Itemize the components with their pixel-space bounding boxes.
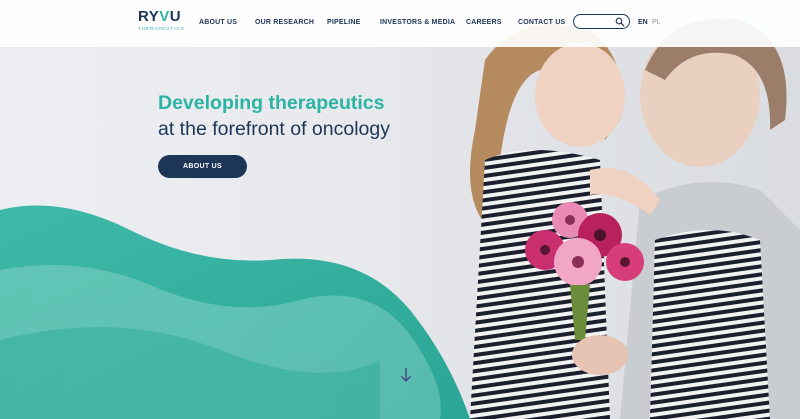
hero-headline-accent: Developing therapeutics bbox=[158, 92, 385, 114]
hero-headline-main: at the forefront of oncology bbox=[158, 118, 390, 140]
search-box bbox=[573, 14, 630, 29]
nav-item-pipeline[interactable]: PIPELINE bbox=[327, 19, 361, 26]
nav-item-careers[interactable]: CAREERS bbox=[466, 19, 502, 26]
nav-item-contact-us[interactable]: CONTACT US bbox=[518, 19, 565, 26]
logo-subtitle: THERAPEUTICS bbox=[138, 26, 185, 31]
language-pl[interactable]: PL bbox=[652, 19, 661, 26]
brand-logo[interactable]: RYVU THERAPEUTICS bbox=[138, 9, 184, 37]
nav-item-investors-media[interactable]: INVESTORS & MEDIA bbox=[380, 19, 455, 26]
page: RYVU THERAPEUTICS ABOUT US OUR RESEARCH … bbox=[0, 0, 800, 419]
about-us-button[interactable]: ABOUT US bbox=[158, 155, 247, 178]
search-icon[interactable] bbox=[615, 17, 625, 27]
logo-wordmark: RYVU bbox=[138, 8, 182, 25]
decorative-waves bbox=[0, 205, 470, 419]
language-en[interactable]: EN bbox=[638, 19, 648, 26]
arrow-down-icon[interactable] bbox=[400, 367, 412, 383]
nav-item-our-research[interactable]: OUR RESEARCH bbox=[255, 19, 314, 26]
nav-item-about-us[interactable]: ABOUT US bbox=[199, 19, 237, 26]
site-header: RYVU THERAPEUTICS ABOUT US OUR RESEARCH … bbox=[0, 0, 800, 47]
search-input[interactable] bbox=[579, 16, 617, 27]
